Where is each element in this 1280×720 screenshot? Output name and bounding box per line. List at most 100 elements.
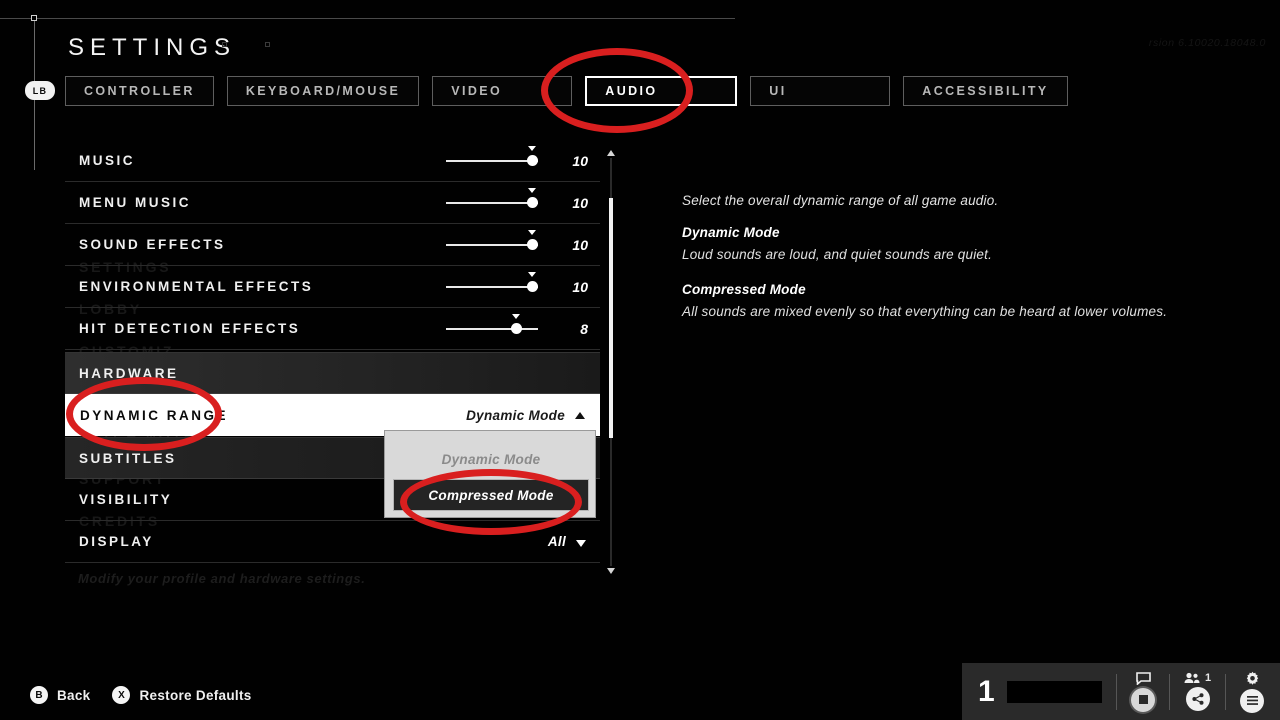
display-value: All — [547, 534, 566, 549]
slider-caret-icon — [528, 271, 536, 277]
player-number: 1 — [978, 674, 995, 708]
setting-row-display[interactable]: DISPLAY All — [65, 521, 600, 563]
hud-divider — [1169, 673, 1170, 710]
setting-row-music[interactable]: MUSIC 10 — [65, 140, 600, 182]
b-button-icon: B — [30, 686, 48, 704]
menu-music-slider[interactable] — [446, 187, 538, 213]
title-dot-icon — [222, 42, 227, 47]
chevron-down-icon[interactable] — [576, 540, 586, 547]
setting-row-sound-effects[interactable]: SOUND EFFECTS 10 — [65, 224, 600, 266]
tab-accessibility[interactable]: ACCESSIBILITY — [903, 76, 1068, 106]
slider-track — [446, 285, 538, 288]
slider-caret-icon — [528, 187, 536, 193]
slider-caret-icon — [528, 229, 536, 235]
slider-track — [446, 159, 538, 162]
list-hint-text: Modify your profile and hardware setting… — [78, 571, 366, 586]
hud-divider — [1116, 673, 1118, 710]
tab-ui[interactable]: UI — [750, 76, 891, 106]
dynamic-range-dropdown-menu[interactable]: Dynamic Mode Compressed Mode — [384, 430, 596, 518]
tab-keyboard-mouse[interactable]: KEYBOARD/MOUSE — [226, 76, 420, 106]
scrollbar-thumb[interactable] — [609, 198, 613, 438]
slider-knob[interactable] — [527, 238, 538, 250]
legend-label: Restore Defaults — [139, 687, 252, 703]
settings-screen: SETTINGS rsion 6.10020.18048.0 LB RB CON… — [0, 0, 1280, 720]
tab-controller[interactable]: CONTROLLER — [65, 76, 214, 106]
tab-bar: CONTROLLER KEYBOARD/MOUSE VIDEO AUDIO UI… — [65, 76, 1068, 106]
chat-icon-row — [1135, 671, 1151, 685]
slider-value: 10 — [572, 236, 588, 253]
share-icon — [1191, 693, 1204, 705]
hud-divider — [1225, 673, 1227, 710]
setting-row-hit-detection-effects[interactable]: HIT DETECTION EFFECTS 8 — [65, 308, 600, 350]
gear-icon — [1246, 671, 1258, 685]
legend-restore-defaults[interactable]: X Restore Defaults — [112, 686, 251, 704]
legend-back[interactable]: B Back — [30, 686, 90, 704]
slider-value: 10 — [572, 278, 588, 295]
page-title: SETTINGS — [68, 34, 237, 61]
decorative-node-square — [31, 15, 37, 21]
dynamic-range-value: Dynamic Mode — [466, 407, 565, 423]
hamburger-menu-icon — [1246, 696, 1258, 705]
slider-track — [446, 201, 538, 204]
section-label: SUBTITLES — [79, 450, 177, 466]
hud-party-group[interactable]: 1 — [1184, 672, 1211, 711]
gear-icon-row — [1245, 671, 1260, 686]
legend-label: Back — [57, 687, 91, 703]
slider-knob[interactable] — [527, 280, 538, 292]
title-dot-group — [222, 42, 270, 47]
scroll-up-arrow-icon[interactable] — [607, 150, 615, 156]
hud-settings-group[interactable] — [1240, 671, 1265, 713]
slider-knob[interactable] — [527, 154, 538, 166]
slider-caret-icon — [512, 313, 520, 319]
setting-label: DISPLAY — [79, 534, 154, 549]
share-button-icon[interactable] — [1185, 687, 1210, 711]
tab-video[interactable]: VIDEO — [432, 76, 573, 106]
setting-row-environmental-effects[interactable]: ENVIRONMENTAL EFFECTS 10 — [65, 266, 600, 308]
description-body-compressed: All sounds are mixed evenly so that ever… — [682, 304, 1168, 319]
description-heading-dynamic: Dynamic Mode — [682, 225, 780, 240]
settings-scrollbar[interactable] — [607, 150, 615, 574]
slider-value: 10 — [572, 194, 588, 211]
section-header-hardware: HARDWARE — [65, 352, 600, 394]
left-bumper-icon[interactable]: LB — [25, 81, 55, 100]
slider-value: 8 — [580, 320, 588, 337]
slider-value: 10 — [572, 152, 588, 169]
button-legend: B Back X Restore Defaults — [30, 686, 252, 704]
description-heading-compressed: Compressed Mode — [682, 282, 806, 297]
setting-label: VISIBILITY — [79, 492, 173, 507]
redacted-gamertag — [1006, 680, 1103, 703]
scroll-down-arrow-icon[interactable] — [607, 568, 615, 574]
environmental-effects-slider[interactable] — [446, 271, 538, 297]
x-button-icon: X — [112, 686, 131, 704]
slider-track — [446, 327, 538, 330]
hud-chat-group[interactable] — [1131, 671, 1156, 712]
party-count: 1 — [1205, 672, 1212, 684]
dropdown-option-dynamic-mode[interactable]: Dynamic Mode — [393, 443, 589, 475]
setting-row-menu-music[interactable]: MENU MUSIC 10 — [65, 182, 600, 224]
slider-track — [446, 243, 538, 246]
setting-label: MUSIC — [79, 153, 135, 168]
hit-detection-effects-slider[interactable] — [446, 313, 538, 339]
music-slider[interactable] — [446, 145, 538, 171]
description-body-dynamic: Loud sounds are loud, and quiet sounds a… — [682, 247, 993, 262]
version-text: rsion 6.10020.18048.0 — [1148, 37, 1266, 49]
slider-caret-icon — [528, 145, 536, 151]
tab-audio[interactable]: AUDIO — [585, 76, 738, 106]
slider-knob[interactable] — [527, 196, 538, 208]
decorative-horizontal-line — [0, 18, 735, 19]
party-icon-row: 1 — [1184, 672, 1211, 684]
setting-label: ENVIRONMENTAL EFFECTS — [79, 279, 314, 294]
setting-label: DYNAMIC RANGE — [80, 407, 229, 423]
menu-button-icon[interactable] — [1240, 688, 1265, 713]
sound-effects-slider[interactable] — [446, 229, 538, 255]
speech-bubble-icon — [1135, 671, 1151, 685]
description-intro: Select the overall dynamic range of all … — [682, 193, 999, 208]
player-hud-bar: 1 1 — [962, 663, 1280, 720]
chevron-up-icon[interactable] — [575, 412, 585, 419]
dropdown-option-compressed-mode[interactable]: Compressed Mode — [393, 479, 589, 511]
setting-label: MENU MUSIC — [79, 195, 191, 210]
title-dot-icon — [265, 42, 270, 47]
slider-knob[interactable] — [511, 322, 522, 334]
record-button-icon[interactable] — [1131, 687, 1156, 712]
setting-label: SOUND EFFECTS — [79, 237, 226, 252]
